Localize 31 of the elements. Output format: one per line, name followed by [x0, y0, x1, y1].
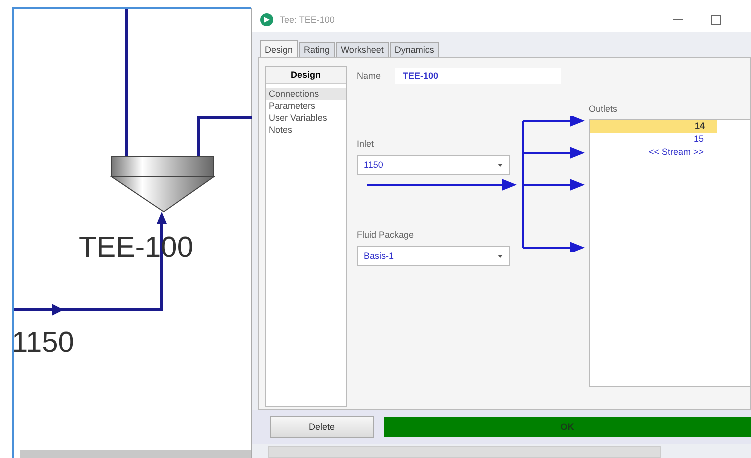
delete-button[interactable]: Delete [270, 416, 374, 438]
tab[interactable]: Dynamics [390, 42, 440, 57]
inlet-label: Inlet [357, 139, 376, 149]
scrollbar[interactable] [20, 450, 252, 458]
maximize-icon[interactable] [711, 15, 721, 25]
stream-label: 1150 [14, 327, 74, 359]
tab[interactable]: Worksheet [336, 42, 389, 57]
fluid-package-label: Fluid Package [357, 230, 416, 240]
tee-drawing[interactable] [110, 156, 216, 213]
name-field[interactable]: TEE-100 [395, 68, 562, 84]
app-icon [260, 13, 274, 27]
outlet-row[interactable]: 15 [590, 133, 716, 146]
scrollbar[interactable] [268, 446, 661, 458]
fluid-package-dropdown[interactable]: Basis-1 [357, 246, 510, 266]
outlet-row[interactable]: 14 [590, 120, 718, 133]
outlet-row[interactable]: << Stream >> [590, 146, 716, 159]
tab[interactable]: Rating [299, 42, 336, 57]
sidebar-item[interactable]: Connections [266, 88, 346, 100]
sidebar-item[interactable]: Notes [266, 124, 346, 136]
name-label: Name [357, 71, 382, 81]
stream-line [198, 116, 252, 158]
status-bar: OK [384, 417, 751, 437]
caret-icon [498, 164, 504, 166]
sidebar-header: Design [266, 67, 346, 84]
window-title: Tee: TEE-100 [280, 15, 335, 25]
caret-icon [498, 254, 504, 258]
sidebar-item[interactable]: Parameters [266, 100, 346, 112]
sidebar-item[interactable]: User Variables [266, 112, 346, 124]
inlet-dropdown[interactable]: 1150 [357, 155, 510, 175]
outlets-label: Outlets [589, 104, 619, 114]
tab[interactable]: Design [260, 40, 298, 57]
